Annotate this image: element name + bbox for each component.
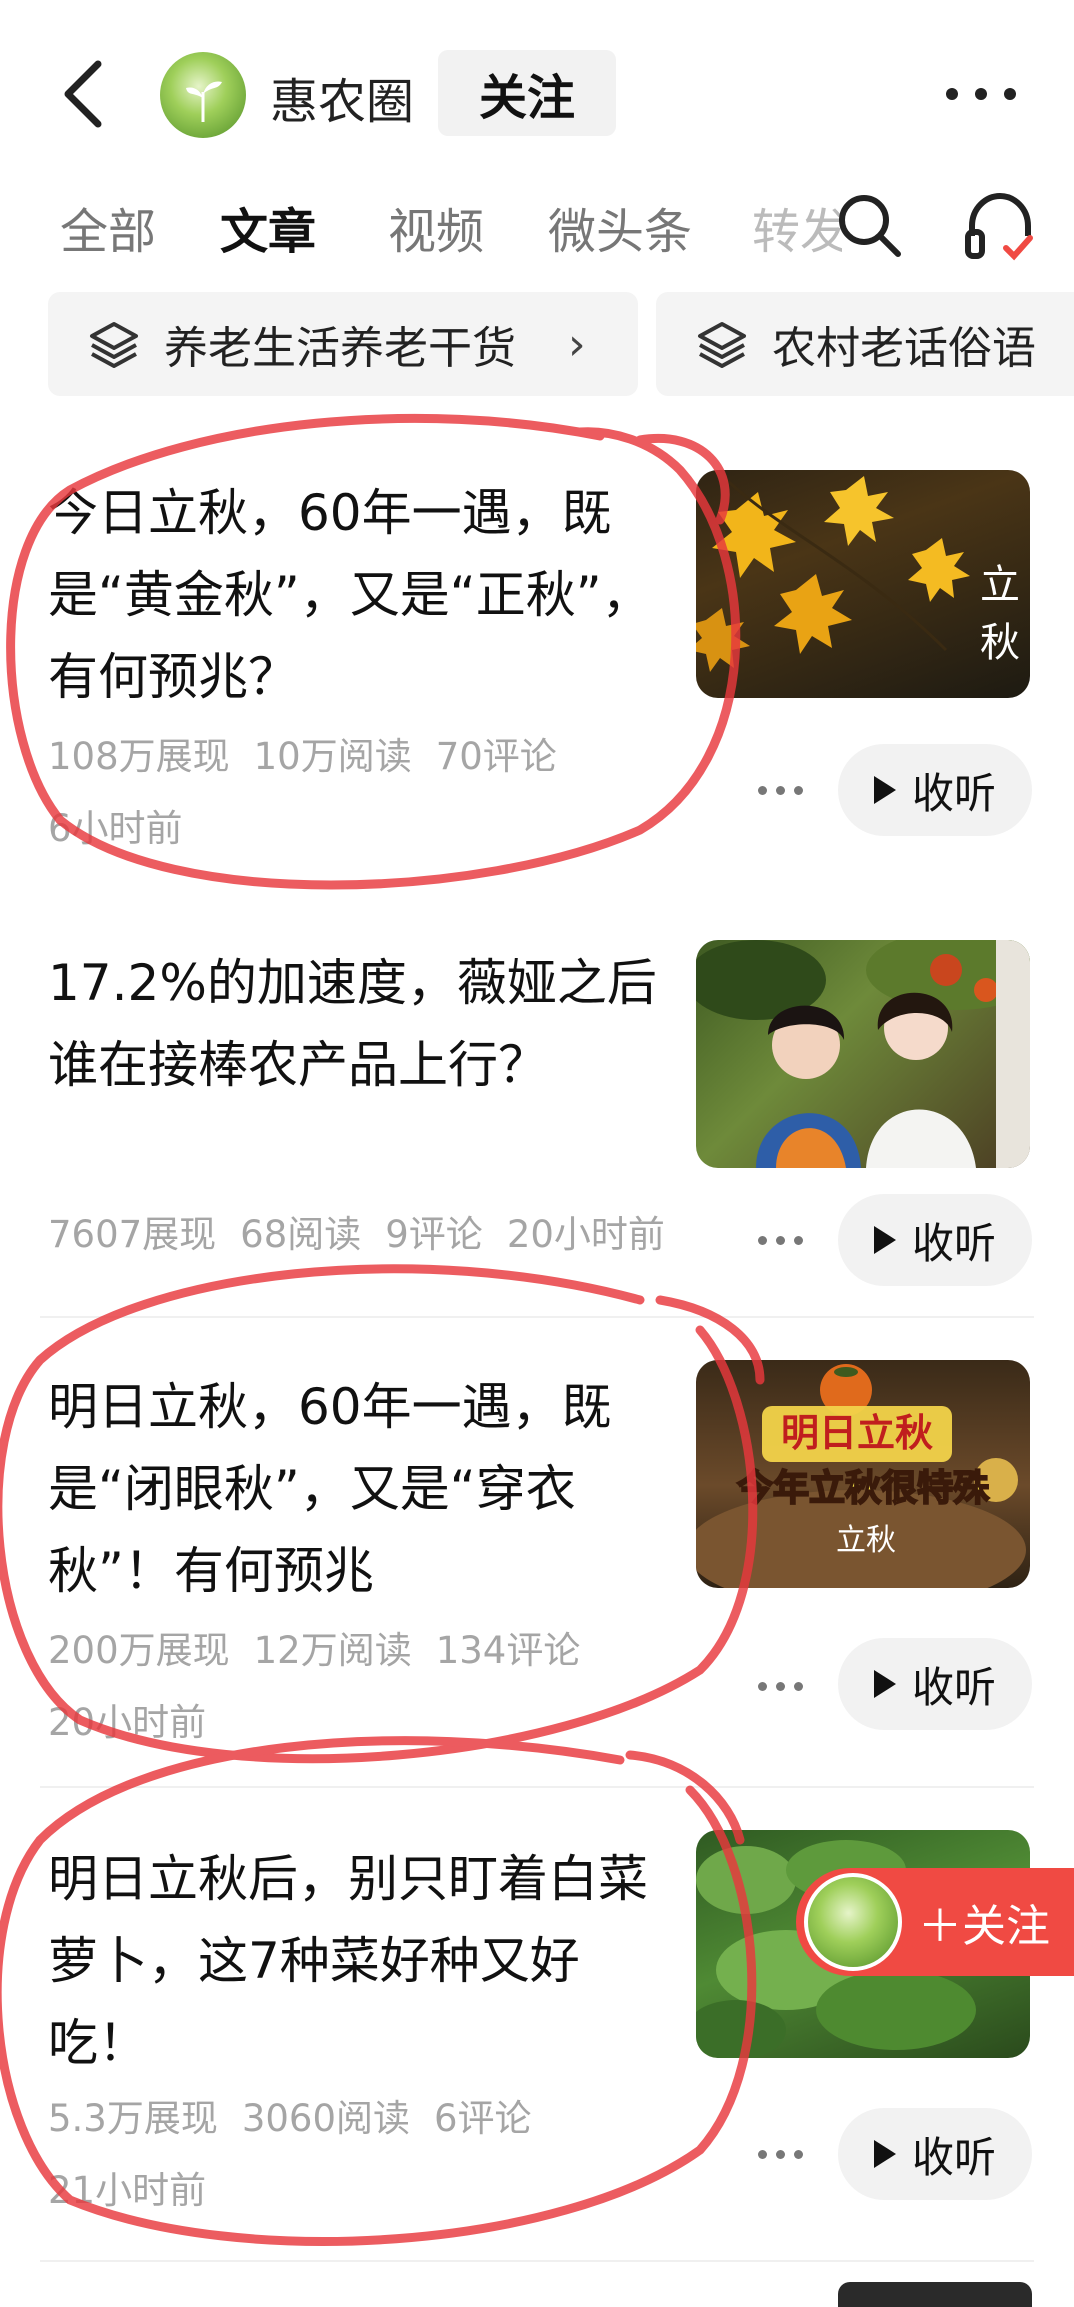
thumbnail-caption-main: 今年立秋很特殊 [737, 1468, 990, 1509]
search-icon[interactable] [834, 190, 904, 260]
layers-icon [698, 322, 746, 368]
listen-label: 收听 [911, 768, 996, 818]
play-icon [873, 1670, 896, 1698]
play-icon [873, 776, 896, 804]
comments-count: 9评论 [385, 1213, 483, 1256]
reads-count: 3060阅读 [241, 2097, 411, 2140]
article-thumbnail[interactable] [696, 940, 1030, 1168]
impressions-count: 5.3万展现 [48, 2097, 218, 2140]
comments-count: 134评论 [435, 1629, 581, 1672]
play-icon [873, 1226, 896, 1254]
comments-count: 6评论 [434, 2097, 532, 2140]
listen-button[interactable]: 收听 [838, 2108, 1032, 2200]
content-tabs: 全部 文章 视频 微头条 转发 [0, 180, 1074, 280]
tab-micro-headlines[interactable]: 微头条 [548, 192, 692, 262]
collection-chip-label: 农村老话俗语 [772, 323, 1036, 374]
reads-count: 68阅读 [240, 1213, 362, 1256]
article-card[interactable]: 17.2%的加速度，薇娅之后谁在接棒农产品上行？ 7607展现 68阅读 9评论 20… [0, 910, 1074, 1310]
article-title[interactable]: 明日立秋，60年一遇，既是“闭眼秋”，又是“穿衣秋”！有何预兆 [48, 1366, 668, 1612]
back-arrow-icon[interactable] [60, 58, 108, 130]
tab-reposts[interactable]: 转发 [752, 192, 842, 262]
floating-follow-button[interactable]: ＋关注 [796, 1868, 1074, 1976]
floating-follow-label: ＋关注 [918, 1901, 1050, 1952]
collection-chip-label: 养老生活养老干货 [164, 323, 516, 374]
follow-button[interactable]: 关注 [438, 50, 616, 136]
article-stats: 108万展现 10万阅读 70评论 [48, 726, 581, 780]
divider [40, 1786, 1034, 1788]
divider [40, 1316, 1034, 1318]
tab-articles[interactable]: 文章 [220, 192, 316, 262]
top-bar: 惠农圈 关注 [0, 0, 1074, 180]
reads-count: 10万阅读 [253, 735, 412, 778]
thumbnail-caption-top: 立 [980, 562, 1020, 608]
tab-videos[interactable]: 视频 [388, 192, 484, 262]
impressions-count: 200万展现 [48, 1629, 230, 1672]
impressions-count: 108万展现 [48, 735, 230, 778]
more-options-icon[interactable] [758, 786, 808, 796]
headphones-icon[interactable] [960, 188, 1040, 268]
article-card[interactable]: 明日立秋，60年一遇，既是“闭眼秋”，又是“穿衣秋”！有何预兆 200万展现 12… [0, 1340, 1074, 1780]
reads-count: 12万阅读 [253, 1629, 412, 1672]
thumbnail-caption-bottom: 秋 [980, 620, 1020, 666]
more-icon[interactable] [946, 88, 1016, 102]
article-time: 20小时前 [506, 1213, 665, 1256]
article-stats: 200万展现 12万阅读 134评论 [48, 1620, 604, 1674]
more-options-icon[interactable] [758, 1236, 808, 1246]
thumbnail-caption-top: 明日立秋 [781, 1411, 933, 1455]
next-thumbnail-peek [838, 2282, 1032, 2307]
listen-button[interactable]: 收听 [838, 1638, 1032, 1730]
thumbnail-caption-bottom: 立秋 [836, 1523, 896, 1558]
collection-chip-retirement[interactable]: 养老生活养老干货 › [48, 292, 638, 396]
account-avatar [804, 1873, 902, 1971]
article-title[interactable]: 今日立秋，60年一遇，既是“黄金秋”，又是“正秋”，有何预兆？ [48, 472, 668, 718]
article-time: 21小时前 [48, 2169, 207, 2212]
article-title[interactable]: 明日立秋后，别只盯着白菜萝卜，这7种菜好种又好吃！ [48, 1838, 668, 2084]
more-options-icon[interactable] [758, 2150, 808, 2160]
account-avatar[interactable] [160, 52, 246, 138]
article-time: 6小时前 [48, 807, 183, 850]
article-time: 20小时前 [48, 1701, 207, 1744]
divider [40, 2260, 1034, 2262]
comments-count: 70评论 [435, 735, 557, 778]
article-stats: 5.3万展现 3060阅读 6评论 [48, 2088, 556, 2142]
listen-label: 收听 [911, 2132, 996, 2182]
more-options-icon[interactable] [758, 1682, 808, 1692]
impressions-count: 7607展现 [48, 1213, 217, 1256]
article-title[interactable]: 17.2%的加速度，薇娅之后谁在接棒农产品上行？ [48, 942, 668, 1106]
account-name[interactable]: 惠农圈 [270, 62, 414, 132]
article-thumbnail[interactable]: 立 秋 [696, 470, 1030, 698]
listen-button[interactable]: 收听 [838, 744, 1032, 836]
layers-icon [90, 322, 138, 368]
chevron-right-icon: › [568, 318, 586, 370]
article-card[interactable]: 今日立秋，60年一遇，既是“黄金秋”，又是“正秋”，有何预兆？ 108万展现 10… [0, 450, 1074, 890]
play-icon [873, 2140, 896, 2168]
listen-label: 收听 [911, 1662, 996, 1712]
listen-button[interactable]: 收听 [838, 1194, 1032, 1286]
article-thumbnail[interactable]: 明日立秋 今年立秋很特殊 立秋 [696, 1360, 1030, 1588]
article-stats: 7607展现 68阅读 9评论 20小时前 [48, 1204, 689, 1258]
listen-label: 收听 [911, 1218, 996, 1268]
collection-chip-sayings[interactable]: 农村老话俗语 [656, 292, 1074, 396]
tab-all[interactable]: 全部 [60, 192, 156, 262]
